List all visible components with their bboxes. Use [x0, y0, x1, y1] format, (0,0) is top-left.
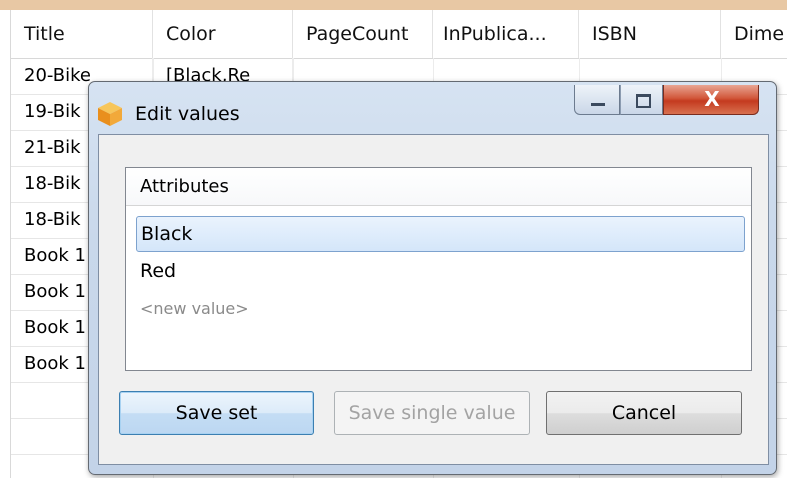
list-item-black[interactable]: Black [136, 216, 745, 252]
column-header-title[interactable]: Title [11, 10, 153, 58]
column-header-pagecount[interactable]: PageCount [293, 10, 433, 58]
dialog-content: Attributes Black Red <new value> Save se… [98, 134, 769, 465]
save-set-button[interactable]: Save set [119, 391, 314, 435]
list-item-red[interactable]: Red [136, 254, 745, 290]
save-single-value-button[interactable]: Save single value [334, 391, 530, 435]
close-icon: X [704, 87, 720, 111]
new-value-input[interactable]: <new value> [136, 292, 745, 328]
dialog-title: Edit values [135, 103, 240, 125]
column-header-dimensions[interactable]: Dime [721, 10, 787, 58]
maximize-button[interactable] [620, 85, 663, 115]
minimize-icon [591, 103, 605, 106]
cube-app-icon [98, 102, 122, 126]
column-header-inpublication[interactable]: InPublica... [433, 10, 579, 58]
window-top-border [0, 0, 787, 10]
edit-values-dialog: Edit values X Attributes Black Red <new … [88, 81, 777, 475]
column-header-isbn[interactable]: ISBN [579, 10, 721, 58]
column-header-color[interactable]: Color [153, 10, 293, 58]
attributes-header[interactable]: Attributes [126, 168, 751, 206]
close-button[interactable]: X [663, 85, 759, 115]
table-header: Title Color PageCount InPublica... ISBN … [11, 10, 787, 59]
maximize-icon [636, 94, 651, 108]
minimize-button[interactable] [574, 85, 620, 115]
cancel-button[interactable]: Cancel [546, 391, 742, 435]
attributes-list: Attributes Black Red <new value> [125, 167, 752, 371]
